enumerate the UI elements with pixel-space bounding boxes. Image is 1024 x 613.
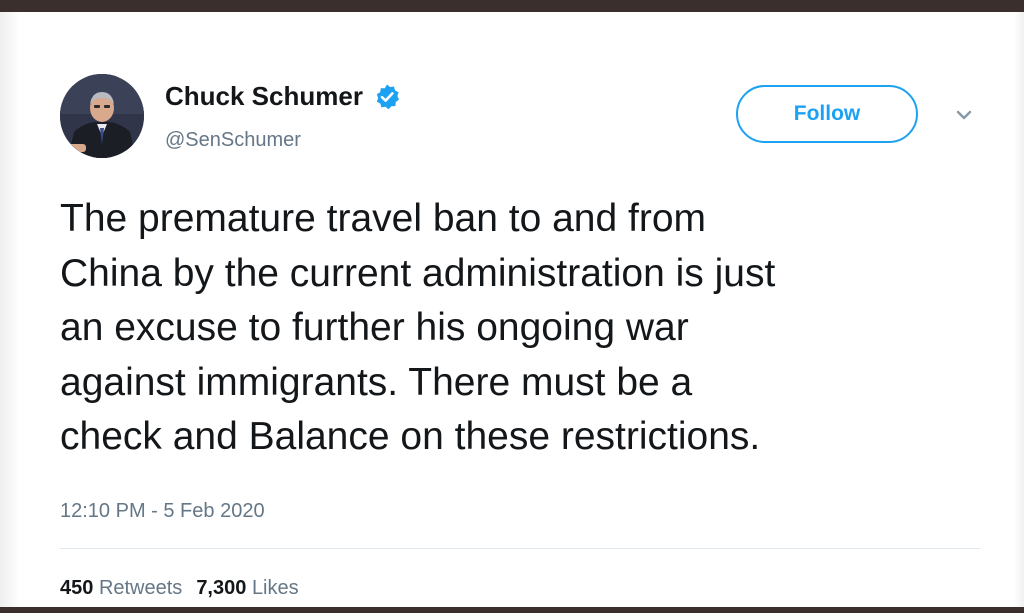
- retweets-label: Retweets: [98, 577, 183, 599]
- retweets-stat[interactable]: 450 Retweets: [60, 577, 182, 599]
- author-display-name[interactable]: Chuck Schumer: [165, 81, 401, 112]
- tweet-timestamp[interactable]: 12:10 PM - 5 Feb 2020: [60, 500, 265, 523]
- avatar[interactable]: [60, 74, 144, 158]
- frame-bottom-border: [0, 607, 1024, 613]
- tweet-text: The premature travel ban to and from Chi…: [60, 192, 990, 465]
- tweet-text-line: against immigrants. There must be a: [60, 360, 693, 404]
- likes-label: Likes: [251, 577, 299, 599]
- divider: [60, 548, 980, 549]
- follow-button[interactable]: Follow: [736, 85, 918, 143]
- retweets-count: 450: [60, 577, 94, 599]
- tweet-text-line: check and Balance on these restrictions.: [60, 415, 761, 458]
- tweet-text-line: The premature travel ban to and from: [60, 197, 706, 240]
- avatar-image: [60, 74, 144, 158]
- tweet-stats: 450 Retweets 7,300 Likes: [60, 577, 299, 600]
- frame-top-border: [0, 0, 1024, 12]
- chevron-down-icon[interactable]: [955, 108, 973, 122]
- frame-right-edge: [1014, 12, 1024, 607]
- tweet-text-line: China by the current administration is j…: [60, 251, 776, 295]
- likes-stat[interactable]: 7,300 Likes: [196, 577, 298, 599]
- tweet-text-line: an excuse to further his ongoing war: [60, 306, 689, 349]
- verified-badge-icon: [373, 83, 401, 111]
- author-name-text: Chuck Schumer: [165, 81, 363, 111]
- likes-count: 7,300: [196, 577, 247, 599]
- author-handle[interactable]: @SenSchumer: [165, 129, 301, 152]
- frame-left-edge: [0, 12, 20, 607]
